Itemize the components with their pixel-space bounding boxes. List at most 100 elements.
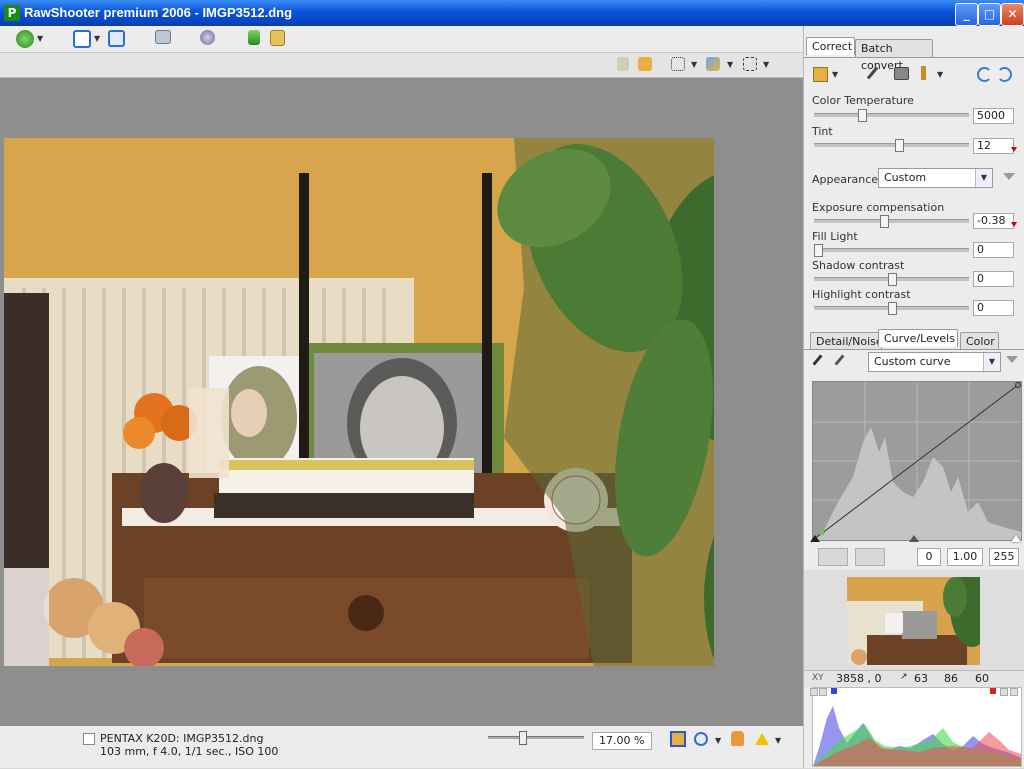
tone-curve-editor[interactable] [812,381,1022,541]
brush-icon[interactable] [921,66,926,80]
layout-single-icon[interactable] [108,30,125,47]
color-temperature-value[interactable]: 5000 [973,108,1014,124]
slider-thumb[interactable] [814,244,823,257]
chevron-down-icon[interactable]: ▼ [937,70,943,79]
color-temperature-label: Color Temperature [812,94,914,107]
tab-batch-convert[interactable]: Batch convert [855,39,933,72]
zoom-tool-icon[interactable] [694,732,708,746]
grid-icon[interactable] [671,57,685,71]
highlight-contrast-slider[interactable] [814,302,969,315]
white-point-marker[interactable] [1011,535,1021,542]
subtab-divider [804,349,1024,350]
file-name: IMGP3512.dng [183,732,264,745]
chevron-down-icon[interactable]: ▼ [775,736,781,745]
expand-icon[interactable] [1006,356,1018,363]
color-temperature-slider[interactable] [814,109,969,122]
appearance-label: Appearance [812,173,879,186]
modified-indicator-icon [1011,222,1017,227]
slider-thumb[interactable] [880,215,889,228]
monitor-icon[interactable] [155,30,171,44]
curve-preset-value: Custom curve [874,355,951,368]
camera-icon[interactable] [894,67,909,80]
copy-icon[interactable] [617,57,629,71]
zoom-slider[interactable] [488,731,584,745]
white-point-eyedropper-icon[interactable] [834,354,845,366]
navigator-thumbnail[interactable] [847,577,980,665]
tint-slider[interactable] [814,139,969,152]
highlight-clipping-indicator[interactable] [990,688,996,694]
view-toolbar: ▼ ▼ ▼ [0,53,803,78]
app-icon: P [4,5,20,21]
paste-add-icon[interactable] [638,57,652,71]
tint-value[interactable]: 12 [973,138,1014,154]
shadow-clipping-indicator[interactable] [831,688,837,694]
fit-to-window-icon[interactable] [670,731,686,747]
preset-icon[interactable] [813,67,828,82]
chevron-down-icon[interactable]: ▼ [94,34,100,43]
tab-correct[interactable]: Correct [806,37,855,55]
layout-split-icon[interactable] [73,30,91,48]
chevron-down-icon[interactable]: ▼ [37,34,43,43]
maximize-button[interactable]: □ [978,3,1001,26]
exif-info: 103 mm, f 4.0, 1/1 sec., ISO 100 [100,745,279,758]
photo-scene [4,138,714,666]
fill-light-value[interactable]: 0 [973,242,1014,258]
chevron-down-icon[interactable]: ▼ [832,70,838,79]
close-button[interactable]: ✕ [1001,3,1024,26]
compare-icon[interactable] [706,57,720,71]
slider-thumb[interactable] [888,273,897,286]
chevron-down-icon[interactable]: ▼ [727,60,733,69]
histogram-toggle[interactable] [810,688,818,696]
midpoint-marker[interactable] [909,535,919,542]
tab-curve-levels[interactable]: Curve/Levels [878,329,958,347]
chevron-down-icon[interactable]: ▼ [691,60,697,69]
chevron-down-icon[interactable]: ▼ [983,353,1000,371]
levels-white-value[interactable]: 255 [989,548,1019,566]
export-icon[interactable] [270,30,285,46]
appearance-select[interactable]: Custom ▼ [878,168,993,188]
expand-icon[interactable] [1003,173,1015,180]
check-icon[interactable] [16,30,34,48]
shadow-contrast-slider[interactable] [814,273,969,286]
xy-value: 3858 , 0 [836,672,882,685]
highlight-contrast-value[interactable]: 0 [973,300,1014,316]
curve-preset-select[interactable]: Custom curve ▼ [868,352,1001,372]
warning-icon[interactable] [755,733,769,745]
black-point-marker[interactable] [810,535,820,542]
slider-thumb[interactable] [895,139,904,152]
fill-light-slider[interactable] [814,244,969,257]
curve-point[interactable] [1015,382,1021,388]
gears-icon[interactable] [200,30,215,45]
zoom-value[interactable]: 17.00 % [592,732,652,750]
levels-black-value[interactable]: 0 [917,548,941,566]
minimize-button[interactable]: _ [955,3,978,26]
tab-color[interactable]: Color [960,332,999,350]
redo-icon[interactable] [997,67,1012,82]
tab-detail-noise[interactable]: Detail/Noise [810,332,883,350]
selection-icon[interactable] [743,57,757,71]
chevron-down-icon[interactable]: ▼ [763,60,769,69]
fill-light-label: Fill Light [812,230,858,243]
slider-thumb[interactable] [858,109,867,122]
tint-label: Tint [812,125,833,138]
shadow-contrast-value[interactable]: 0 [973,271,1014,287]
histogram-graph [813,706,1021,766]
exposure-compensation-slider[interactable] [814,215,969,228]
zoom-slider-thumb[interactable] [519,731,527,745]
exposure-compensation-value[interactable]: -0.38 [973,213,1014,229]
hand-tool-icon[interactable] [731,731,744,746]
undo-icon[interactable] [977,67,992,82]
histogram-toggle[interactable] [1010,688,1018,696]
chevron-down-icon[interactable]: ▼ [715,736,721,745]
histogram-toggle[interactable] [819,688,827,696]
download-icon[interactable] [248,30,260,45]
chevron-down-icon[interactable]: ▼ [975,169,992,187]
green-value: 86 [944,672,958,685]
slider-thumb[interactable] [888,302,897,315]
curve-point[interactable] [819,530,825,536]
select-checkbox[interactable] [83,733,95,745]
black-point-eyedropper-icon[interactable] [812,354,823,366]
levels-gamma-value[interactable]: 1.00 [947,548,983,566]
photo-preview[interactable] [4,138,714,666]
histogram-toggle[interactable] [1000,688,1008,696]
